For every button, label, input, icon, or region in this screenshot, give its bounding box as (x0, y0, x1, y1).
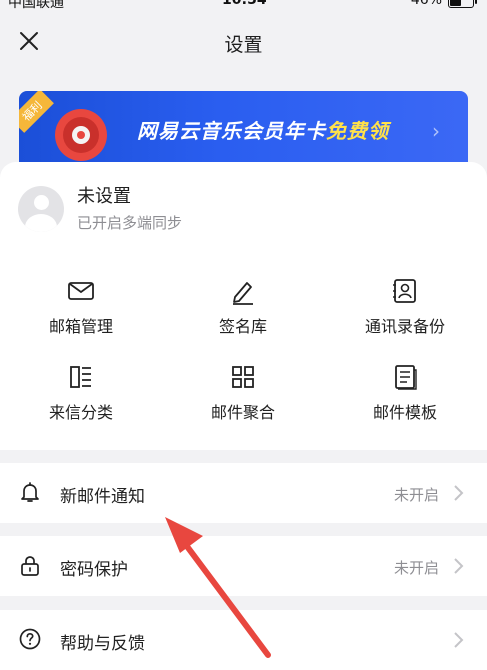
settings-sheet: 未设置 已开启多端同步 邮箱管理 签名库 通讯录备份 来信分类 邮件聚合 邮件模… (0, 162, 487, 450)
banner-chevron-icon: › (432, 119, 440, 143)
feature-label: 邮件聚合 (210, 403, 275, 422)
row-label: 新邮件通知 (60, 487, 145, 507)
feature-contacts-backup[interactable]: 通讯录备份 (324, 277, 486, 337)
row-label: 帮助与反馈 (60, 634, 145, 654)
feature-label: 邮箱管理 (48, 317, 113, 336)
help-icon (19, 628, 41, 650)
page-title: 设置 (224, 34, 263, 56)
sync-status: 已开启多端同步 (77, 214, 183, 232)
feature-label: 通讯录备份 (364, 317, 445, 336)
feature-label: 来信分类 (48, 403, 113, 422)
banner-text-accent: 免费领 (326, 119, 389, 143)
avatar-head (34, 195, 49, 210)
password-protection-row[interactable]: 密码保护 未开启 (0, 536, 487, 596)
row-status: 未开启 (393, 559, 439, 577)
chevron-right-icon (454, 558, 464, 574)
chevron-right-icon (454, 632, 464, 648)
status-bar: 中国联通 10:54 46% (0, 0, 487, 12)
grid-icon (232, 366, 254, 388)
feature-mail-categories[interactable]: 来信分类 (0, 363, 162, 423)
account-name: 未设置 (77, 186, 131, 207)
battery-icon (448, 0, 474, 8)
clock: 10:54 (222, 0, 267, 8)
chevron-right-icon (454, 485, 464, 501)
status-right: 46% (411, 0, 477, 8)
categories-icon (70, 366, 91, 388)
battery-cap (475, 0, 477, 4)
row-label: 密码保护 (60, 560, 128, 580)
banner-text-main: 网易云音乐会员年卡 (137, 119, 326, 143)
help-feedback-row[interactable]: 帮助与反馈 (0, 610, 487, 670)
avatar-shoulders (25, 214, 57, 232)
new-mail-notification-row[interactable]: 新邮件通知 未开启 (0, 463, 487, 523)
feature-mail-aggregation[interactable]: 邮件聚合 (162, 363, 324, 423)
contacts-icon (393, 279, 416, 303)
music-disc-icon (55, 109, 107, 161)
envelope-icon (68, 282, 94, 300)
feature-signature-library[interactable]: 签名库 (162, 277, 324, 337)
battery-percent: 46% (410, 0, 442, 8)
carrier-label: 中国联通 (8, 0, 64, 11)
banner-text: 网易云音乐会员年卡免费领 (137, 115, 389, 144)
bell-icon (21, 482, 39, 502)
lock-icon (21, 556, 39, 576)
feature-label: 签名库 (218, 317, 267, 336)
row-status: 未开启 (393, 486, 439, 504)
promo-banner[interactable]: 福利 网易云音乐会员年卡免费领 › (19, 91, 468, 173)
feature-label: 邮件模板 (372, 403, 437, 422)
pen-icon (233, 282, 253, 305)
document-icon (395, 365, 417, 390)
feature-mailbox-management[interactable]: 邮箱管理 (0, 277, 162, 337)
nav-bar: 设置 (0, 20, 487, 64)
avatar (18, 186, 64, 232)
feature-mail-templates[interactable]: 邮件模板 (324, 363, 486, 423)
